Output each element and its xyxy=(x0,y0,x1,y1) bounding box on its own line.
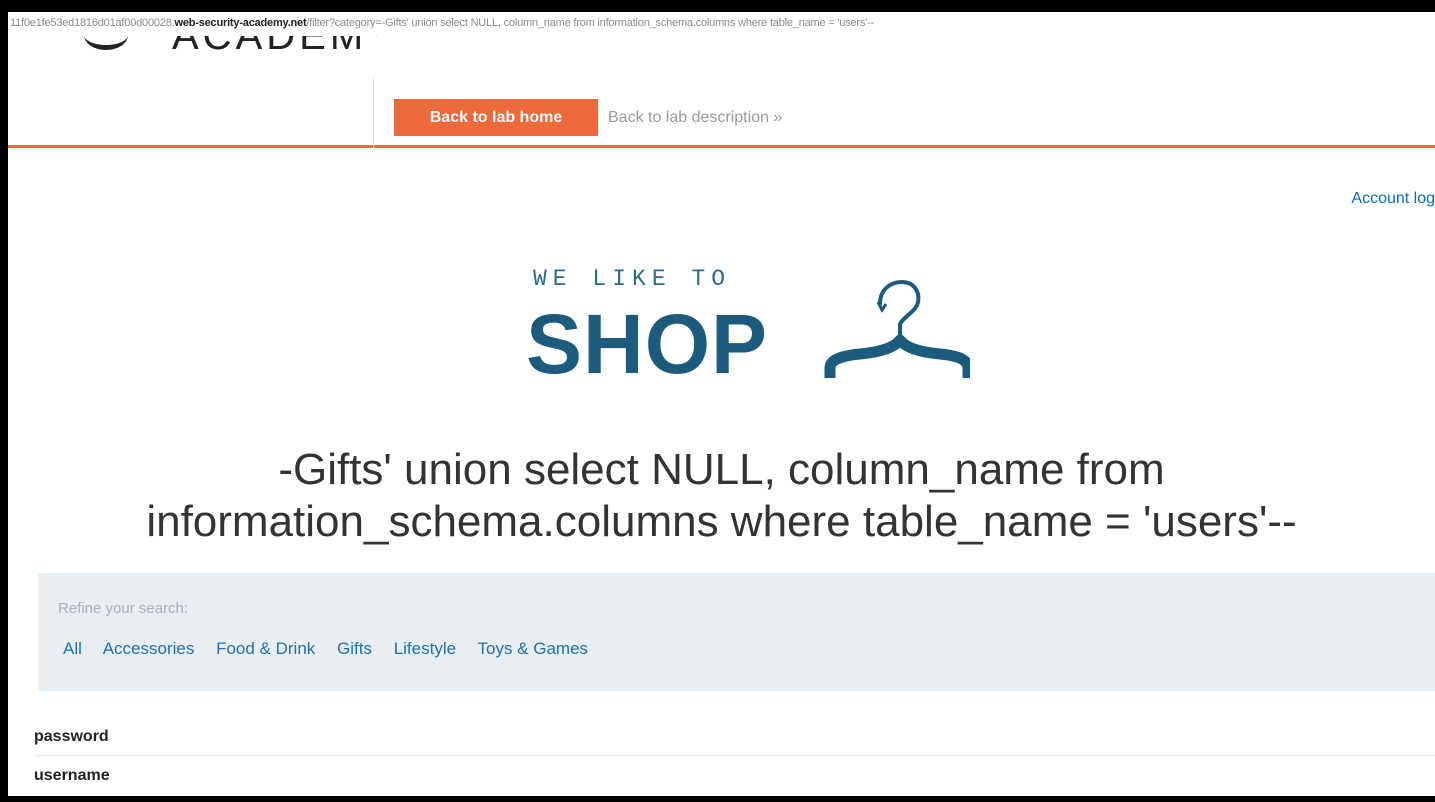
result-row: password xyxy=(34,718,1435,756)
filter-link-gifts[interactable]: Gifts xyxy=(337,639,372,658)
url-host: web-security-academy.net xyxy=(174,17,307,29)
page-title-line-1: -Gifts' union select NULL, column_name f… xyxy=(278,445,1165,494)
filter-link-all[interactable]: All xyxy=(63,639,82,658)
shop-logo-tagline: WE LIKE TO xyxy=(533,266,732,292)
account-login-link[interactable]: Account log xyxy=(1351,190,1435,208)
filter-link-accessories[interactable]: Accessories xyxy=(103,639,195,658)
back-to-lab-description-link[interactable]: Back to lab description » xyxy=(608,99,782,136)
url-prefix: 11f0e1fe53ed1816d01af00d00028. xyxy=(10,17,175,29)
address-bar[interactable]: 11f0e1fe53ed1816d01af00d00028.web-securi… xyxy=(8,12,1435,36)
back-to-lab-home-button[interactable]: Back to lab home xyxy=(394,99,598,136)
result-row: username xyxy=(34,767,110,784)
shop-logo[interactable]: WE LIKE TO SHOP xyxy=(518,260,978,400)
page-title: -Gifts' union select NULL, column_name f… xyxy=(8,444,1435,548)
filter-title: Refine your search: xyxy=(58,600,189,617)
filter-link-food-drink[interactable]: Food & Drink xyxy=(216,639,315,658)
filter-link-lifestyle[interactable]: Lifestyle xyxy=(394,639,456,658)
page-title-line-2: information_schema.columns where table_n… xyxy=(146,497,1297,546)
filter-link-toys-games[interactable]: Toys & Games xyxy=(478,639,589,658)
academy-header: ACADEMY Back to lab home Back to lab des… xyxy=(8,36,1435,148)
shop-logo-wordmark: SHOP xyxy=(526,297,769,391)
category-filter-links: All Accessories Food & Drink Gifts Lifes… xyxy=(63,639,605,659)
academy-logo-icon xyxy=(84,36,128,50)
filter-panel: Refine your search: All Accessories Food… xyxy=(38,573,1435,691)
header-divider xyxy=(373,78,374,148)
academy-logo[interactable]: ACADEMY xyxy=(78,36,378,76)
hanger-icon xyxy=(824,279,970,378)
academy-logo-text: ACADEMY xyxy=(172,36,378,58)
url-path: /filter?category=-Gifts' union select NU… xyxy=(306,17,874,29)
browser-viewport: 11f0e1fe53ed1816d01af00d00028.web-securi… xyxy=(0,0,1435,802)
